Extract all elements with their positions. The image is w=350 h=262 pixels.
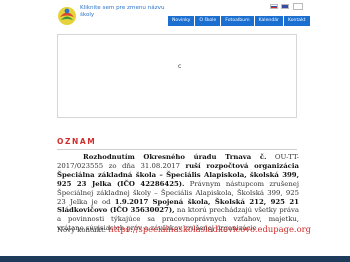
notice-title: OZNAM	[57, 137, 97, 146]
banner-image	[57, 34, 297, 118]
divider	[57, 149, 297, 150]
search-input[interactable]	[293, 3, 303, 10]
contact-link[interactable]: https://specialnaskolasladkovicovo.edupa…	[108, 224, 311, 234]
english-flag-icon[interactable]	[281, 4, 289, 9]
nav-item-kalendar[interactable]: Kalendár	[254, 16, 283, 26]
nav-item-kontakt[interactable]: Kontakt	[283, 16, 310, 26]
slovak-flag-icon[interactable]	[270, 4, 278, 9]
notice-successor-date: 1.9.2017	[114, 197, 149, 206]
school-logo-icon[interactable]	[56, 4, 78, 26]
nav-item-o-skole[interactable]: O škole	[195, 16, 221, 26]
notice-decision: Rozhodnutím Okresného úradu Trnava č.	[83, 153, 267, 161]
banner-mark: c	[178, 63, 182, 70]
notice-body: Rozhodnutím Okresného úradu Trnava č. OU…	[57, 153, 299, 233]
page-footer	[0, 256, 350, 262]
site-header: Kliknite sem pre zmenu názvu školy Novin…	[0, 0, 350, 30]
nav-item-fotoalbum[interactable]: Fotoalbum	[221, 16, 254, 26]
site-title[interactable]: Kliknite sem pre zmenu názvu školy	[80, 5, 180, 19]
notice-date: dňa 31.08.2017	[122, 161, 180, 170]
contact-label: Nový kontakt:	[57, 226, 107, 234]
main-nav: Novinky O škole Fotoalbum Kalendár Konta…	[168, 16, 310, 26]
new-contact: Nový kontakt: https://specialnaskolaslad…	[57, 224, 311, 235]
nav-item-novinky[interactable]: Novinky	[168, 16, 195, 26]
language-switcher	[270, 4, 289, 9]
